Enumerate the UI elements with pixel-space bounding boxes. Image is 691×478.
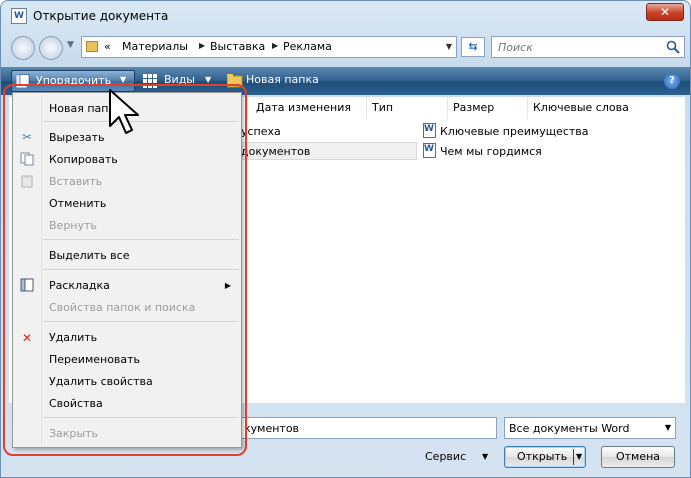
search-icon[interactable]: [666, 40, 680, 54]
cancel-button[interactable]: Отмена: [601, 446, 675, 468]
cancel-button-label: Отмена: [615, 450, 661, 463]
address-dropdown-icon[interactable]: ▼: [446, 42, 452, 51]
forward-button[interactable]: [39, 36, 63, 60]
open-button[interactable]: Открыть ▼: [504, 446, 586, 468]
highlight-frame: [3, 84, 247, 456]
open-dropdown-icon[interactable]: ▼: [576, 447, 582, 467]
help-icon[interactable]: ?: [664, 73, 680, 89]
chevron-down-icon: ▼: [664, 423, 671, 432]
column-size[interactable]: Размер: [453, 101, 494, 114]
word-app-icon: W: [11, 8, 27, 24]
open-button-label: Открыть: [517, 450, 568, 463]
title-bar: W Открытие документа ✕: [1, 1, 690, 31]
address-bar[interactable]: « Материалы ▶ Выставка ▶ Реклама ▼: [81, 36, 457, 58]
new-folder-button[interactable]: Новая папка: [246, 73, 319, 86]
refresh-button[interactable]: ⇆: [461, 37, 485, 57]
word-document-icon: [423, 143, 436, 158]
file-name-value: кументов: [244, 422, 300, 435]
breadcrumb-overflow[interactable]: «: [104, 40, 111, 53]
file-type-select[interactable]: Все документы Word ▼: [504, 417, 676, 439]
file-item[interactable]: документов: [241, 145, 310, 158]
file-type-value: Все документы Word: [509, 422, 630, 435]
word-document-icon: [423, 123, 436, 138]
folder-icon: [86, 41, 98, 52]
column-date-modified[interactable]: Дата изменения: [256, 101, 351, 114]
close-button[interactable]: ✕: [646, 3, 684, 21]
breadcrumb-arrow-icon[interactable]: ▶: [272, 41, 278, 50]
navigation-bar: ▼ « Материалы ▶ Выставка ▶ Реклама ▼ ⇆ П…: [1, 34, 690, 62]
views-dropdown-icon[interactable]: ▼: [205, 75, 211, 84]
recent-pages-dropdown-icon[interactable]: ▼: [67, 40, 74, 50]
window-title: Открытие документа: [33, 9, 169, 23]
file-name-input[interactable]: кументов: [229, 417, 497, 439]
column-keywords[interactable]: Ключевые слова: [533, 101, 629, 114]
split-divider: [573, 449, 574, 465]
tools-button[interactable]: Сервис: [425, 450, 466, 463]
breadcrumb-vystavka[interactable]: Выставка: [210, 40, 265, 53]
search-input[interactable]: Поиск: [491, 36, 685, 58]
breadcrumb-reklama[interactable]: Реклама: [283, 40, 332, 53]
file-item[interactable]: Ключевые преимущества: [440, 125, 589, 138]
column-separator: [447, 97, 448, 119]
column-separator: [366, 97, 367, 119]
back-button[interactable]: [11, 36, 35, 60]
organize-dropdown-icon: ▼: [120, 75, 127, 84]
search-placeholder: Поиск: [498, 41, 533, 54]
column-separator: [527, 97, 528, 119]
mouse-pointer-icon: [109, 89, 139, 134]
breadcrumb-materialy[interactable]: Материалы: [122, 40, 188, 53]
file-item[interactable]: Чем мы гордимся: [440, 145, 542, 158]
breadcrumb-arrow-icon[interactable]: ▶: [199, 41, 205, 50]
tools-dropdown-icon[interactable]: ▼: [482, 452, 488, 461]
column-type[interactable]: Тип: [372, 101, 393, 114]
column-separator: [247, 97, 248, 119]
